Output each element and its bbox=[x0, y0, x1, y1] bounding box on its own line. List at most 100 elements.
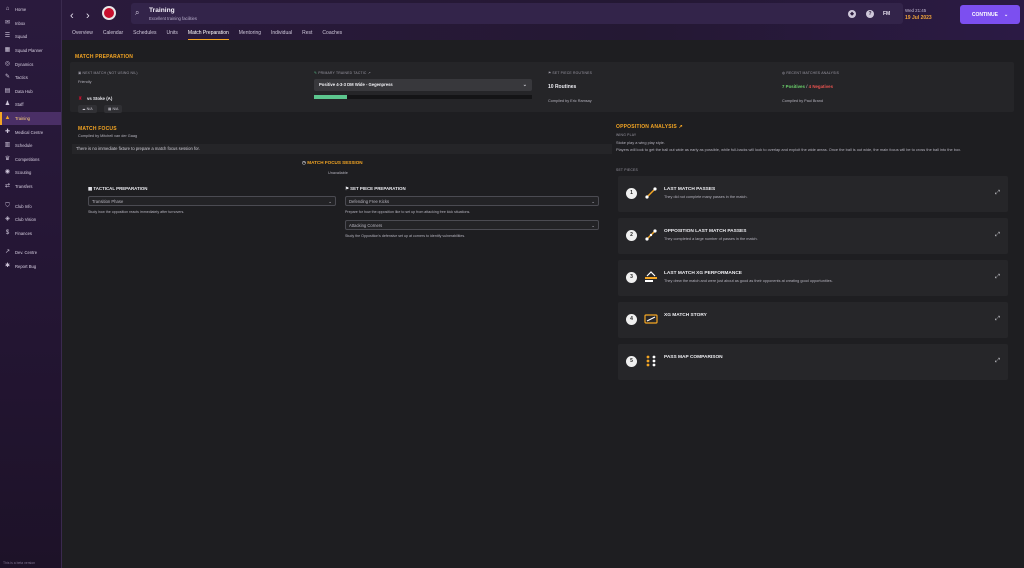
sidebar-item-data-hub[interactable]: ▤ Data Hub bbox=[0, 85, 61, 99]
schedule-icon: ▥ bbox=[4, 142, 11, 149]
set-piece-select-1-value: Defending Free Kicks bbox=[349, 199, 390, 204]
training-icon: ▲ bbox=[4, 115, 11, 122]
sidebar-item-competitions[interactable]: ♛ Competitions bbox=[0, 153, 61, 167]
tactics-icon: ✎ bbox=[4, 74, 11, 81]
sidebar-item-report-bug[interactable]: ✱ Report Bug bbox=[0, 260, 61, 274]
sidebar-item-transfers[interactable]: ⇄ Transfers bbox=[0, 180, 61, 194]
search-icon[interactable]: ⌕ bbox=[135, 8, 139, 18]
card-title: XG MATCH STORY bbox=[664, 313, 707, 318]
analysis-card[interactable]: 1 LAST MATCH PASSES They did not complete … bbox=[618, 176, 1008, 212]
match-focus-title: MATCH FOCUS bbox=[78, 126, 117, 132]
sidebar-item-label: Squad bbox=[15, 34, 28, 40]
tab-schedules[interactable]: Schedules bbox=[133, 26, 156, 40]
tab-coaches[interactable]: Coaches bbox=[322, 26, 342, 40]
tab-calendar[interactable]: Calendar bbox=[103, 26, 123, 40]
recent-compiled-by: Compiled by Paul Brand bbox=[782, 99, 823, 103]
sidebar-item-label: Club Info bbox=[15, 203, 32, 209]
recent-analysis-summary[interactable]: 7 Positives / 4 Negatives bbox=[782, 84, 833, 89]
planner-icon: ▦ bbox=[4, 47, 11, 54]
external-link-icon[interactable]: ↗ bbox=[677, 124, 683, 130]
xg-story-icon bbox=[644, 312, 658, 326]
set-piece-count[interactable]: 10 Routines bbox=[548, 84, 576, 90]
tactic-familiarity-bar bbox=[314, 95, 532, 99]
forward-arrow-icon[interactable]: › bbox=[86, 10, 90, 22]
tab-mentoring[interactable]: Mentoring bbox=[239, 26, 261, 40]
club-badge-icon[interactable] bbox=[102, 6, 116, 20]
open-link-icon[interactable]: ⤢ bbox=[995, 274, 1000, 281]
sidebar-item-dev-centre[interactable]: ↗ Dev. Centre bbox=[0, 246, 61, 260]
match-focus-compiled-by: Compiled by Mitchell van der Gaag bbox=[78, 134, 138, 138]
tactic-select[interactable]: Positive 4-3-3 DM Wide - Gegenpress ⌄ bbox=[314, 79, 532, 91]
card-number: 1 bbox=[626, 188, 637, 199]
recent-matches-label: ◍ RECENT MATCHES ANALYSIS bbox=[782, 71, 839, 75]
sidebar-item-squad-planner[interactable]: ▦ Squad Planner bbox=[0, 44, 61, 58]
sidebar-item-club-vision[interactable]: ◈ Club Vision bbox=[0, 213, 61, 227]
tab-match-preparation[interactable]: Match Preparation bbox=[187, 26, 229, 40]
tactic-familiarity-fill bbox=[314, 95, 347, 99]
sidebar-item-label: Scouting bbox=[15, 170, 32, 176]
stadium-pill-text: N/A bbox=[112, 107, 119, 111]
card-title: LAST MATCH XG PERFORMANCE bbox=[664, 271, 742, 276]
sidebar-item-label: Squad Planner bbox=[15, 48, 43, 54]
sidebar-club-list: ⛉ Club Info ◈ Club Vision $ Finances bbox=[0, 199, 61, 240]
title-search-bar[interactable]: ⌕ Training Excellent training facilities bbox=[131, 3, 903, 24]
open-link-icon[interactable]: ⤢ bbox=[995, 232, 1000, 239]
tab-individual[interactable]: Individual bbox=[271, 26, 292, 40]
tab-overview[interactable]: Overview bbox=[72, 26, 93, 40]
continue-button[interactable]: CONTINUE ⌄ bbox=[960, 5, 1020, 24]
set-piece-select-1[interactable]: Defending Free Kicks ⌄ bbox=[345, 196, 599, 206]
sidebar-item-home[interactable]: ⌂ Home bbox=[0, 3, 61, 17]
sidebar-item-medical-centre[interactable]: ✚ Medical Centre bbox=[0, 125, 61, 139]
wing-play-label: WING PLAY bbox=[616, 133, 637, 137]
staff-icon: ♟ bbox=[4, 101, 11, 108]
analysis-card[interactable]: 2 OPPOSITION LAST MATCH PASSES They comple… bbox=[618, 218, 1008, 254]
match-focus-session-label: MATCH FOCUS SESSION bbox=[307, 160, 363, 165]
sidebar-item-label: Staff bbox=[15, 102, 24, 108]
card-title: OPPOSITION LAST MATCH PASSES bbox=[664, 229, 747, 234]
open-link-icon[interactable]: ⤢ bbox=[995, 358, 1000, 365]
help-icon[interactable]: ? bbox=[866, 10, 874, 18]
sidebar-item-schedule[interactable]: ▥ Schedule bbox=[0, 139, 61, 153]
set-piece-column: ⚑ SET PIECE ROUTINES 10 Routines Compile… bbox=[548, 62, 778, 112]
fm-menu[interactable]: FM bbox=[883, 11, 890, 17]
chevron-down-icon[interactable]: ⌄ bbox=[1004, 12, 1008, 18]
beta-note: This is a beta version bbox=[3, 561, 36, 565]
stadium-pill: ▩ N/A bbox=[104, 105, 123, 113]
set-piece-select-2-value: Attacking Corners bbox=[349, 223, 383, 228]
analysis-card[interactable]: 4 XG MATCH STORY ⤢ bbox=[618, 302, 1008, 338]
open-link-icon[interactable]: ⤢ bbox=[995, 316, 1000, 323]
tactical-preparation-select[interactable]: Transition Phase ⌄ bbox=[88, 196, 336, 206]
card-number: 5 bbox=[626, 356, 637, 367]
sidebar-item-squad[interactable]: ☰ Squad bbox=[0, 30, 61, 44]
main-content: MATCH PREPARATION ▣ NEXT MATCH (NOT USIN… bbox=[62, 40, 1024, 568]
shield-icon[interactable]: ◆ bbox=[848, 10, 856, 18]
back-arrow-icon[interactable]: ‹ bbox=[70, 10, 74, 22]
tactical-preparation-desc: Study how the opposition reacts immediat… bbox=[88, 210, 185, 214]
wing-play-line-1: Stoke play a wing play style. bbox=[616, 140, 665, 145]
sidebar-item-club-info[interactable]: ⛉ Club Info bbox=[0, 199, 61, 213]
current-date: 19 Jul 2023 bbox=[905, 15, 932, 21]
current-time: Wed 21:45 bbox=[905, 8, 927, 13]
tab-units[interactable]: Units bbox=[167, 26, 178, 40]
primary-tactic-label: ✎ PRIMARY TRAINED TACTIC ↗ bbox=[314, 71, 371, 75]
match-focus-session-heading: ◷ MATCH FOCUS SESSION bbox=[302, 160, 363, 166]
tab-rest[interactable]: Rest bbox=[302, 26, 312, 40]
sidebar-item-training[interactable]: ▲ Training bbox=[0, 111, 61, 126]
opposition-analysis-title[interactable]: OPPOSITION ANALYSIS ↗ bbox=[616, 124, 683, 130]
set-piece-desc-1: Prepare for how the opposition like to s… bbox=[345, 210, 471, 214]
sidebar-item-dynamics[interactable]: ◎ Dynamics bbox=[0, 57, 61, 71]
sidebar-item-tactics[interactable]: ✎ Tactics bbox=[0, 71, 61, 85]
sidebar-item-staff[interactable]: ♟ Staff bbox=[0, 98, 61, 112]
analysis-card[interactable]: 5 PASS MAP COMPARISON ⤢ bbox=[618, 344, 1008, 380]
sidebar-item-scouting[interactable]: ◉ Scouting bbox=[0, 166, 61, 180]
sidebar-item-label: Transfers bbox=[15, 184, 33, 190]
sidebar-item-finances[interactable]: $ Finances bbox=[0, 227, 61, 241]
analysis-card[interactable]: 3 LAST MATCH XG PERFORMANCE They drew the … bbox=[618, 260, 1008, 296]
external-link-icon[interactable]: ↗ bbox=[367, 71, 371, 75]
sidebar-item-inbox[interactable]: ✉ Inbox bbox=[0, 17, 61, 31]
open-link-icon[interactable]: ⤢ bbox=[995, 190, 1000, 197]
match-focus-session-status: Unavailable bbox=[328, 171, 348, 175]
tactical-preparation-heading: ▦ TACTICAL PREPARATION bbox=[88, 186, 147, 192]
sidebar-item-label: Home bbox=[15, 7, 27, 13]
set-piece-select-2[interactable]: Attacking Corners ⌄ bbox=[345, 220, 599, 230]
